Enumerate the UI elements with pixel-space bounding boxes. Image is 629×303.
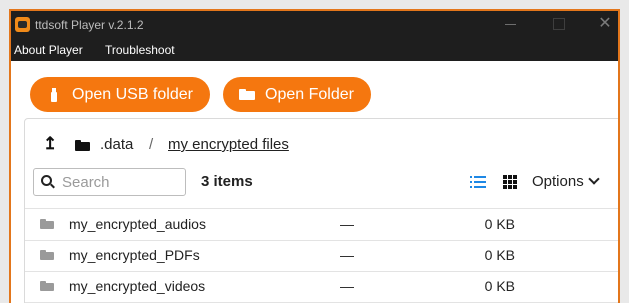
folder-icon xyxy=(239,89,255,100)
search-box[interactable] xyxy=(33,168,186,196)
list-view-icon[interactable] xyxy=(470,175,486,189)
main-content: Open USB folder Open Folder ↥ .data / my… xyxy=(11,61,618,303)
search-icon xyxy=(41,175,52,186)
file-row[interactable]: my_encrypted_audios — 0 KB xyxy=(25,209,618,241)
item-count: 3 items xyxy=(201,173,253,190)
breadcrumb-folder-icon xyxy=(75,140,90,151)
file-name: my_encrypted_videos xyxy=(69,278,206,294)
usb-drive-icon xyxy=(51,88,57,102)
options-dropdown[interactable]: Options xyxy=(532,173,600,191)
minimize-button[interactable] xyxy=(503,16,519,32)
file-modified: — xyxy=(340,216,354,232)
file-size: 0 KB xyxy=(484,247,515,263)
open-usb-folder-button[interactable]: Open USB folder xyxy=(30,77,210,112)
file-modified: — xyxy=(340,278,354,294)
open-folder-label: Open Folder xyxy=(265,86,354,103)
app-window: ttdsoft Player v.2.1.2 ✕ About Player Tr… xyxy=(9,9,620,303)
maximize-button[interactable] xyxy=(551,16,567,32)
app-logo-icon xyxy=(15,17,30,32)
folder-icon xyxy=(40,219,54,229)
breadcrumb-root[interactable]: .data xyxy=(100,136,133,154)
file-name: my_encrypted_PDFs xyxy=(69,247,200,263)
title-bar[interactable]: ttdsoft Player v.2.1.2 ✕ xyxy=(11,11,618,39)
file-size: 0 KB xyxy=(484,216,515,232)
menu-troubleshoot[interactable]: Troubleshoot xyxy=(105,43,175,57)
breadcrumb-separator: / xyxy=(149,136,154,153)
open-folder-button[interactable]: Open Folder xyxy=(223,77,371,112)
menu-about-player[interactable]: About Player xyxy=(14,43,83,57)
file-size: 0 KB xyxy=(484,278,515,294)
file-modified: — xyxy=(340,247,354,263)
file-row[interactable]: my_encrypted_PDFs — 0 KB xyxy=(25,240,618,272)
folder-icon xyxy=(40,281,54,291)
file-row[interactable]: my_encrypted_videos — 0 KB xyxy=(25,271,618,303)
folder-icon xyxy=(40,250,54,260)
breadcrumb-current[interactable]: my encrypted files xyxy=(168,136,289,154)
options-label: Options xyxy=(532,173,584,190)
open-usb-folder-label: Open USB folder xyxy=(72,86,193,103)
file-browser-panel: ↥ .data / my encrypted files 3 items Opt… xyxy=(24,118,618,303)
menu-bar: About Player Troubleshoot xyxy=(11,39,618,61)
grid-view-icon[interactable] xyxy=(503,175,517,189)
chevron-down-icon xyxy=(588,173,600,185)
search-input[interactable] xyxy=(62,173,177,191)
close-button[interactable]: ✕ xyxy=(597,16,613,32)
navigate-up-icon[interactable]: ↥ xyxy=(43,135,57,153)
window-title: ttdsoft Player v.2.1.2 xyxy=(35,18,144,32)
file-name: my_encrypted_audios xyxy=(69,216,206,232)
